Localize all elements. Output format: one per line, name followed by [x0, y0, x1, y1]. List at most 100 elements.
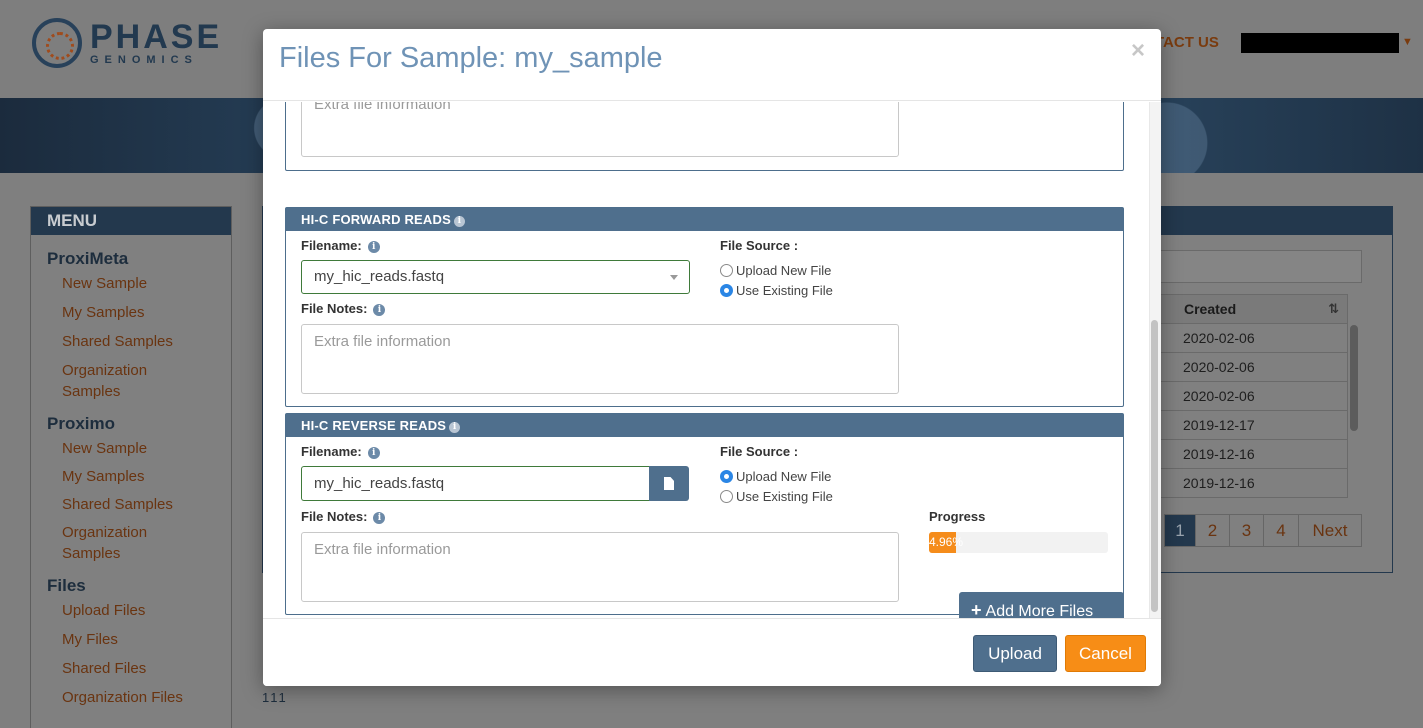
- filename-select[interactable]: my_hic_reads.fastq: [301, 260, 690, 294]
- file-notes-label: File Notes: i: [301, 509, 386, 524]
- radio-button[interactable]: [720, 490, 733, 503]
- filename-input[interactable]: my_hic_reads.fastq: [301, 466, 650, 501]
- sidebar-item-organization-files[interactable]: Organization Files: [31, 687, 231, 708]
- radio-button-checked[interactable]: [720, 284, 733, 297]
- table-row[interactable]: 2019-12-16: [1160, 440, 1348, 469]
- info-icon[interactable]: i: [373, 304, 386, 316]
- next-page-button[interactable]: Next: [1299, 514, 1362, 547]
- page-4-button[interactable]: 4: [1264, 514, 1299, 547]
- column-header-label: Created: [1184, 301, 1237, 317]
- file-source-label: File Source :: [720, 238, 799, 253]
- sort-icon[interactable]: ⇅: [1328, 301, 1339, 317]
- radio-upload-new-file[interactable]: Upload New File: [720, 263, 831, 278]
- modal-footer: Upload Cancel: [263, 618, 1161, 686]
- sidebar-item-proximo-org-samples[interactable]: Organization Samples: [31, 522, 151, 564]
- filename-label: Filename: i: [301, 444, 380, 459]
- file-notes-textarea[interactable]: Extra file information: [301, 532, 899, 602]
- sidebar-item-proximeta-org-samples[interactable]: Organization Samples: [31, 360, 151, 402]
- column-header-created[interactable]: Created ⇅: [1160, 294, 1348, 324]
- filename-label: Filename: i: [301, 238, 380, 253]
- add-more-files-button[interactable]: + Add More Files: [959, 592, 1124, 618]
- sidebar-menu: MENU ProxiMeta New Sample My Samples Sha…: [30, 206, 232, 728]
- sidebar-item-proximo-new-sample[interactable]: New Sample: [31, 438, 231, 459]
- radio-use-existing-file[interactable]: Use Existing File: [720, 489, 833, 504]
- radio-label: Use Existing File: [736, 283, 833, 298]
- sidebar-item-proximeta-my-samples[interactable]: My Samples: [31, 302, 231, 323]
- pagination: 1 2 3 4 Next: [1164, 514, 1362, 547]
- radio-label: Upload New File: [736, 469, 832, 484]
- modal-scrollbar-thumb[interactable]: [1151, 320, 1158, 612]
- radio-button-checked[interactable]: [720, 470, 733, 483]
- page-2-button[interactable]: 2: [1196, 514, 1230, 547]
- radio-use-existing-file[interactable]: Use Existing File: [720, 283, 833, 298]
- browse-file-button[interactable]: [649, 466, 689, 501]
- progress-label: Progress: [929, 509, 986, 524]
- table-row[interactable]: 2019-12-16: [1160, 469, 1348, 498]
- footer-text: 111: [262, 690, 288, 705]
- radio-label: Use Existing File: [736, 489, 833, 504]
- block-title: HI-C FORWARD READS: [301, 212, 451, 227]
- file-notes-label-text: File Notes:: [301, 301, 368, 316]
- info-icon[interactable]: i: [449, 422, 461, 433]
- sidebar-item-proximeta-new-sample[interactable]: New Sample: [31, 273, 231, 294]
- close-icon[interactable]: ×: [1131, 37, 1145, 65]
- menu-title: MENU: [31, 207, 231, 235]
- filename-label-text: Filename:: [301, 444, 362, 459]
- page-3-button[interactable]: 3: [1230, 514, 1264, 547]
- previous-file-block: Extra file information: [285, 102, 1124, 171]
- info-icon[interactable]: i: [367, 447, 380, 459]
- sidebar-item-upload-files[interactable]: Upload Files: [31, 600, 231, 621]
- table-row[interactable]: 2020-02-06: [1160, 324, 1348, 353]
- table-row[interactable]: 2020-02-06: [1160, 353, 1348, 382]
- file-notes-label-text: File Notes:: [301, 509, 368, 524]
- caret-down-icon[interactable]: ▼: [1402, 36, 1413, 48]
- sidebar-item-proximo-my-samples[interactable]: My Samples: [31, 466, 231, 487]
- menu-section-proximo: Proximo: [47, 414, 116, 433]
- upload-button[interactable]: Upload: [973, 635, 1057, 672]
- sidebar-item-proximo-shared-samples[interactable]: Shared Samples: [31, 494, 231, 515]
- table-row[interactable]: 2020-02-06: [1160, 382, 1348, 411]
- filename-label-text: Filename:: [301, 238, 362, 253]
- info-icon[interactable]: i: [453, 216, 465, 227]
- plus-icon: +: [971, 600, 982, 618]
- info-icon[interactable]: i: [367, 241, 380, 253]
- radio-button[interactable]: [720, 264, 733, 277]
- sidebar-item-shared-files[interactable]: Shared Files: [31, 658, 231, 679]
- info-icon[interactable]: i: [373, 512, 386, 524]
- table-search-input[interactable]: [1160, 250, 1362, 283]
- block-header: HI-C REVERSE READS i: [286, 414, 1123, 437]
- filename-select-value: my_hic_reads.fastq: [314, 268, 445, 285]
- file-icon: [664, 477, 674, 490]
- sidebar-item-my-files[interactable]: My Files: [31, 629, 231, 650]
- file-notes-textarea[interactable]: Extra file information: [301, 102, 899, 157]
- contact-us-link[interactable]: TACT US: [1155, 34, 1219, 51]
- modal-header: Files For Sample: my_sample ×: [263, 29, 1161, 101]
- file-notes-label: File Notes: i: [301, 301, 386, 316]
- file-source-label: File Source :: [720, 444, 799, 459]
- sidebar-item-proximeta-shared-samples[interactable]: Shared Samples: [31, 331, 231, 352]
- upload-progress-bar: 4.96%: [929, 532, 1108, 553]
- user-menu-redacted[interactable]: [1241, 33, 1399, 53]
- radio-upload-new-file[interactable]: Upload New File: [720, 469, 831, 484]
- phase-genomics-logo[interactable]: PHASE GENOMICS: [32, 18, 222, 68]
- file-notes-textarea[interactable]: Extra file information: [301, 324, 899, 394]
- menu-section-proximeta: ProxiMeta: [47, 249, 129, 268]
- menu-section-files: Files: [47, 576, 86, 595]
- logo-title: PHASE: [90, 18, 223, 56]
- modal-title: Files For Sample: my_sample: [279, 42, 663, 74]
- page-1-button[interactable]: 1: [1164, 514, 1196, 547]
- radio-label: Upload New File: [736, 263, 832, 278]
- block-header: HI-C FORWARD READS i: [286, 208, 1123, 231]
- chevron-down-icon: [670, 275, 678, 280]
- hic-reverse-reads-block: HI-C REVERSE READS i Filename: i my_hic_re…: [285, 413, 1124, 615]
- add-more-files-label: Add More Files: [985, 603, 1094, 618]
- modal-body: Extra file information HI-C FORWARD READ…: [263, 102, 1161, 618]
- files-for-sample-modal: Files For Sample: my_sample × Extra file…: [263, 29, 1161, 686]
- cancel-button[interactable]: Cancel: [1065, 635, 1146, 672]
- hic-forward-reads-block: HI-C FORWARD READS i Filename: i my_hic_re…: [285, 207, 1124, 407]
- block-title: HI-C REVERSE READS: [301, 418, 447, 433]
- samples-table: Created ⇅ 2020-02-06 2020-02-06 2020-02-…: [1160, 294, 1348, 498]
- logo-icon: [32, 18, 82, 68]
- table-row[interactable]: 2019-12-17: [1160, 411, 1348, 440]
- table-scrollbar[interactable]: [1350, 325, 1358, 431]
